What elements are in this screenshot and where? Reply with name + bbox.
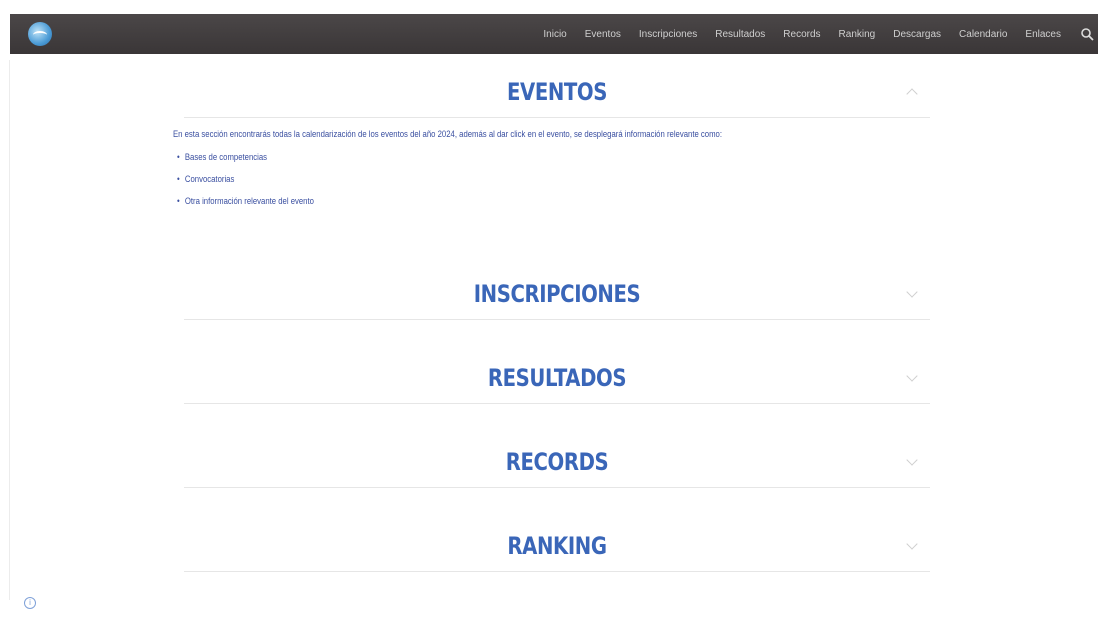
nav-item-enlaces[interactable]: Enlaces [1016,29,1070,40]
chevron-down-icon[interactable] [906,286,918,298]
nav-item-inscripciones[interactable]: Inscripciones [630,29,706,40]
nav-item-descargas[interactable]: Descargas [884,29,950,40]
nav-item-eventos[interactable]: Eventos [576,29,630,40]
section-title-ranking: RANKING [507,532,607,560]
top-navigation-bar: Inicio Eventos Inscripciones Resultados … [10,14,1098,54]
search-icon[interactable] [1080,27,1094,41]
nav-item-inicio[interactable]: Inicio [534,29,575,40]
chevron-down-icon[interactable] [906,454,918,466]
info-icon[interactable]: i [24,597,36,609]
accordion-inscripciones[interactable]: INSCRIPCIONES [184,272,930,320]
eventos-intro-text: En esta sección encontrarás todas la cal… [173,129,723,139]
chevron-down-icon[interactable] [906,538,918,550]
chevron-down-icon[interactable] [906,370,918,382]
list-item: Otra información relevante del evento [177,195,314,217]
section-title-resultados: RESULTADOS [487,364,627,392]
main-nav: Inicio Eventos Inscripciones Resultados … [534,14,1070,54]
site-logo[interactable] [28,22,52,46]
accordion-eventos[interactable]: EVENTOS [184,72,930,118]
accordion-ranking[interactable]: RANKING [184,524,930,572]
nav-item-resultados[interactable]: Resultados [706,29,774,40]
section-title-inscripciones: INSCRIPCIONES [473,280,641,308]
eventos-bullet-list: Bases de competencias Convocatorias Otra… [177,151,336,217]
page-left-border [9,60,10,600]
nav-item-calendario[interactable]: Calendario [950,29,1016,40]
section-title-eventos: EVENTOS [506,78,608,106]
list-item: Convocatorias [177,173,314,195]
accordion-resultados[interactable]: RESULTADOS [184,356,930,404]
nav-item-ranking[interactable]: Ranking [830,29,885,40]
list-item: Bases de competencias [177,151,314,173]
chevron-up-icon[interactable] [906,88,918,100]
accordion-records[interactable]: RECORDS [184,440,930,488]
section-title-records: RECORDS [505,448,609,476]
nav-item-records[interactable]: Records [774,29,829,40]
